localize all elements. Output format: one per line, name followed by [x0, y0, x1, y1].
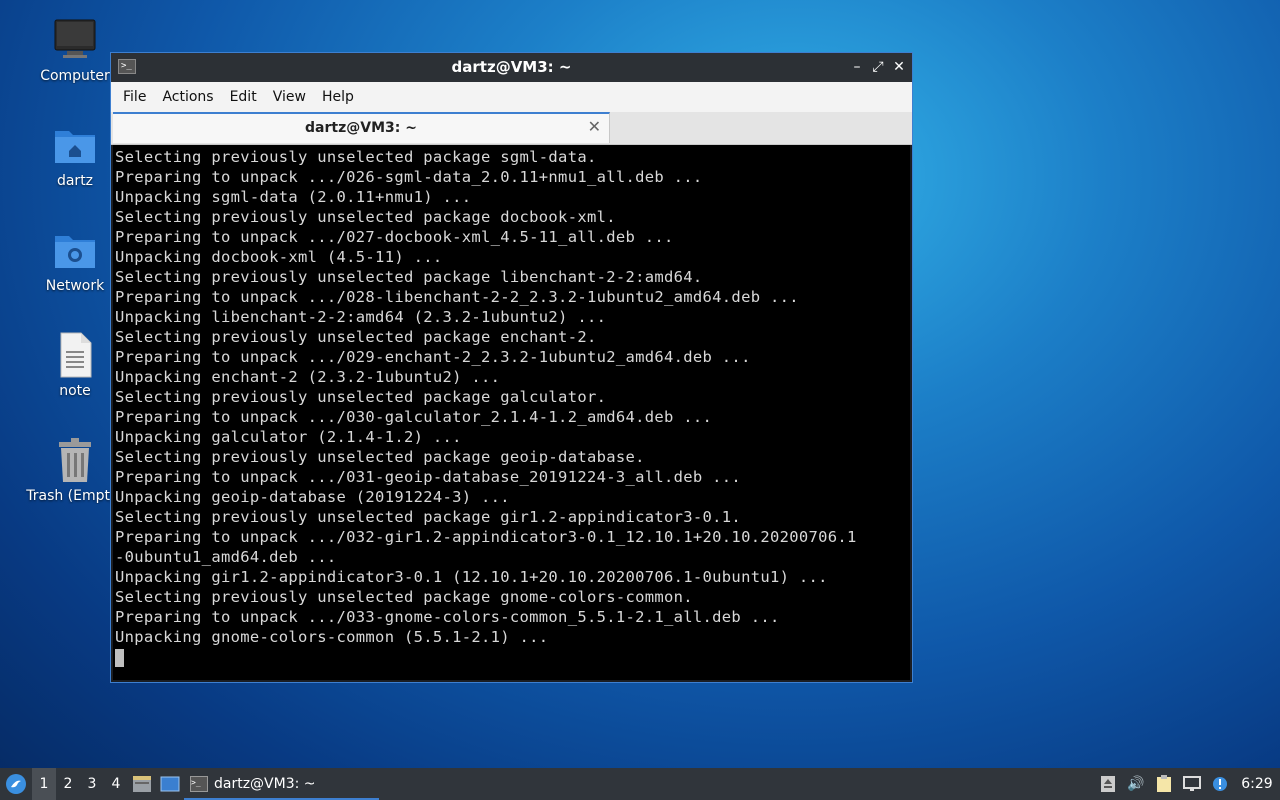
taskbar-task-terminal[interactable]: >_ dartz@VM3: ~ — [184, 770, 379, 800]
terminal-line: Unpacking docbook-xml (4.5-11) ... — [115, 248, 443, 266]
file-manager-icon[interactable] — [128, 768, 156, 800]
tab-close-icon[interactable]: ✕ — [588, 117, 601, 136]
menu-actions[interactable]: Actions — [154, 82, 221, 112]
terminal-line: Preparing to unpack .../027-docbook-xml_… — [115, 228, 674, 246]
terminal-line: -0ubuntu1_amd64.deb ... — [115, 548, 337, 566]
terminal-line: Preparing to unpack .../032-gir1.2-appin… — [115, 528, 857, 546]
computer-icon — [51, 16, 99, 64]
notification-icon[interactable] — [1206, 768, 1234, 800]
terminal-line: Unpacking galculator (2.1.4-1.2) ... — [115, 428, 462, 446]
show-desktop-icon[interactable] — [156, 768, 184, 800]
terminal-output[interactable]: Selecting previously unselected package … — [113, 145, 910, 680]
terminal-line: Unpacking sgml-data (2.0.11+nmu1) ... — [115, 188, 472, 206]
terminal-line: Preparing to unpack .../033-gnome-colors… — [115, 608, 780, 626]
maximize-icon[interactable]: ⤢ — [869, 58, 887, 76]
tab-label: dartz@VM3: ~ — [305, 120, 417, 136]
window-titlebar[interactable]: >_ dartz@VM3: ~ – ⤢ ✕ — [111, 53, 912, 82]
terminal-window: >_ dartz@VM3: ~ – ⤢ ✕ File Actions Edit … — [110, 52, 913, 683]
home-folder-icon — [51, 121, 99, 169]
terminal-line: Selecting previously unselected package … — [115, 268, 703, 286]
terminal-line: Preparing to unpack .../026-sgml-data_2.… — [115, 168, 703, 186]
terminal-line: Selecting previously unselected package … — [115, 148, 597, 166]
task-label: dartz@VM3: ~ — [214, 776, 316, 792]
network-icon[interactable] — [1178, 768, 1206, 800]
system-tray: 🔊 6:29 — [1094, 768, 1280, 800]
workspace-3[interactable]: 3 — [80, 768, 104, 800]
menu-file[interactable]: File — [115, 82, 154, 112]
terminal-line: Unpacking enchant-2 (2.3.2-1ubuntu2) ... — [115, 368, 501, 386]
terminal-line: Selecting previously unselected package … — [115, 508, 742, 526]
terminal-line: Preparing to unpack .../031-geoip-databa… — [115, 468, 742, 486]
close-icon[interactable]: ✕ — [890, 58, 908, 76]
trash-icon — [51, 436, 99, 484]
removable-media-icon[interactable] — [1094, 768, 1122, 800]
terminal-line: Selecting previously unselected package … — [115, 208, 616, 226]
terminal-line: Unpacking libenchant-2-2:amd64 (2.3.2-1u… — [115, 308, 607, 326]
terminal-line: Unpacking gir1.2-appindicator3-0.1 (12.1… — [115, 568, 828, 586]
terminal-line: Selecting previously unselected package … — [115, 448, 645, 466]
workspace-1[interactable]: 1 — [32, 768, 56, 800]
workspace-2[interactable]: 2 — [56, 768, 80, 800]
network-folder-icon — [51, 226, 99, 274]
terminal-line: Preparing to unpack .../030-galculator_2… — [115, 408, 713, 426]
volume-icon[interactable]: 🔊 — [1122, 768, 1150, 800]
clock[interactable]: 6:29 — [1234, 768, 1280, 800]
tab-terminal[interactable]: dartz@VM3: ~ ✕ — [113, 112, 610, 143]
clipboard-icon[interactable] — [1150, 768, 1178, 800]
window-title: dartz@VM3: ~ — [451, 58, 572, 76]
terminal-cursor — [115, 649, 124, 667]
terminal-line: Unpacking geoip-database (20191224-3) ..… — [115, 488, 510, 506]
terminal-line: Unpacking gnome-colors-common (5.5.1-2.1… — [115, 628, 549, 646]
taskbar: 1 2 3 4 >_ dartz@VM3: ~ 🔊 6:29 — [0, 768, 1280, 800]
menu-edit[interactable]: Edit — [222, 82, 265, 112]
menu-view[interactable]: View — [265, 82, 314, 112]
terminal-line: Preparing to unpack .../028-libenchant-2… — [115, 288, 799, 306]
start-menu-icon[interactable] — [0, 768, 32, 800]
tab-bar: dartz@VM3: ~ ✕ — [111, 112, 912, 145]
minimize-icon[interactable]: – — [848, 58, 866, 76]
terminal-line: Preparing to unpack .../029-enchant-2_2.… — [115, 348, 751, 366]
workspace-4[interactable]: 4 — [104, 768, 128, 800]
terminal-task-icon: >_ — [190, 776, 208, 792]
terminal-line: Selecting previously unselected package … — [115, 328, 597, 346]
text-file-icon — [51, 331, 99, 379]
menu-bar: File Actions Edit View Help — [111, 82, 912, 112]
menu-help[interactable]: Help — [314, 82, 362, 112]
terminal-line: Selecting previously unselected package … — [115, 388, 607, 406]
terminal-line: Selecting previously unselected package … — [115, 588, 693, 606]
